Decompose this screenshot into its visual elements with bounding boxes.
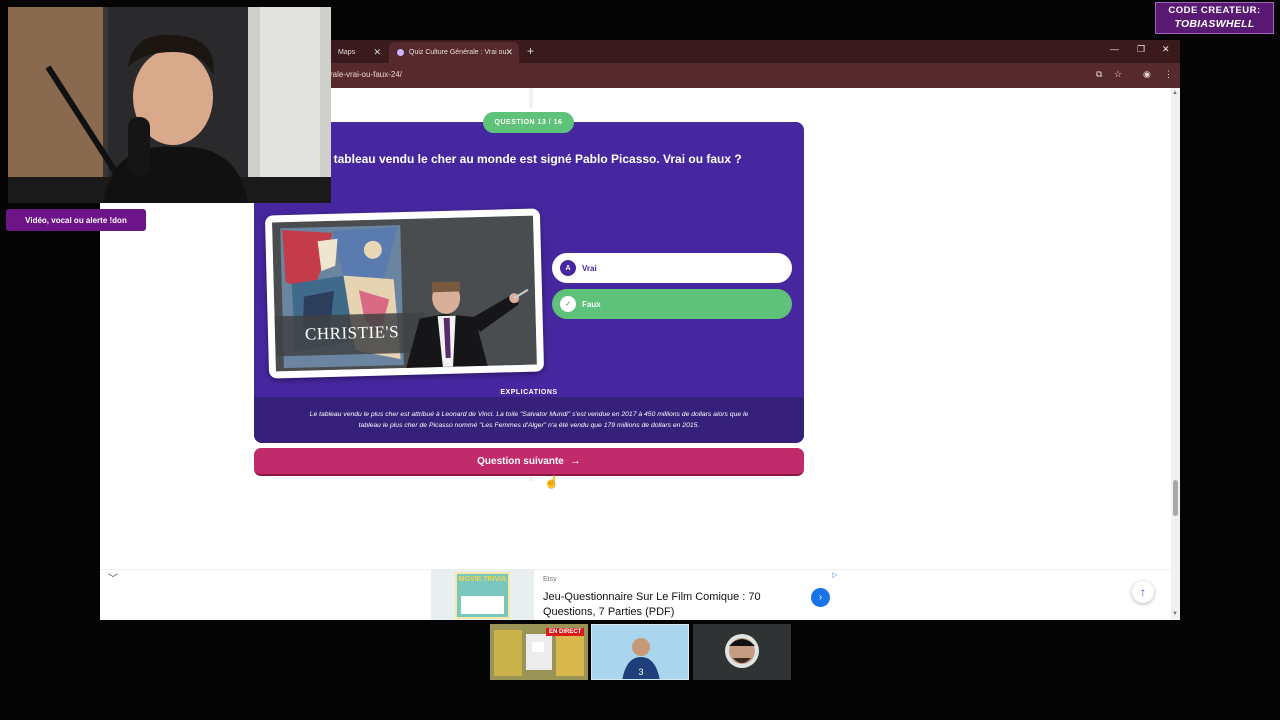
answer-option-b[interactable]: ✓ Faux [552, 289, 792, 319]
tab-maps[interactable]: Maps ✕ [330, 42, 387, 63]
menu-icon[interactable]: ⋮ [1164, 69, 1173, 80]
close-icon[interactable]: ✕ [373, 47, 381, 58]
answer-option-a[interactable]: A Vrai [552, 253, 792, 283]
tab-label: Quiz Culture Générale : Vrai ou [409, 49, 507, 56]
stream-thumbnail-3[interactable] [693, 624, 791, 680]
tab-label: Maps [338, 49, 356, 56]
ad-brand: Etsy [543, 576, 557, 583]
ad-thumbnail[interactable]: MOVIE TRIVIA [431, 570, 534, 620]
explanation-title: EXPLICATIONS [500, 389, 558, 396]
screen: Maps ✕ Quiz Culture Générale : Vrai ou ✕… [0, 0, 1280, 720]
creator-code-name: TOBIASWHELL [1174, 18, 1255, 30]
stream-thumbnail-2[interactable]: 3 [591, 624, 689, 680]
question-counter-badge: QUESTION 13 / 16 [483, 112, 574, 133]
scroll-up-icon[interactable]: ▲ [1172, 90, 1178, 96]
question-text: Le tableau vendu le cher au monde est si… [316, 152, 742, 166]
live-badge: EN DIRECT [546, 628, 585, 636]
chevron-down-icon[interactable]: ﹀ [108, 570, 118, 585]
quiz-card: Le tableau vendu le cher au monde est si… [254, 122, 804, 443]
close-icon[interactable]: ✕ [505, 47, 513, 58]
ad-thumb-text: MOVIE TRIVIA [458, 576, 507, 583]
url-field[interactable]: rale-vrai-ou-faux-24/ [330, 70, 402, 79]
ad-arrow-icon[interactable]: › [811, 588, 830, 607]
install-icon[interactable]: ⧉ [1096, 69, 1102, 80]
hand-cursor-icon: ☝ [544, 475, 559, 489]
star-icon[interactable]: ☆ [1114, 69, 1122, 80]
extension-icon[interactable]: ◉ [1143, 69, 1151, 80]
next-question-button[interactable]: Question suivante → [254, 448, 804, 476]
scroll-down-icon[interactable]: ▼ [1172, 611, 1178, 617]
alert-pill: Vidéo, vocal ou alerte !don [6, 209, 146, 231]
next-question-label: Question suivante [477, 455, 564, 467]
ad-choices-icon[interactable]: ▷ [832, 571, 837, 579]
answer-label: Faux [582, 299, 601, 309]
ad-banner[interactable]: ﹀ MOVIE TRIVIA Etsy Jeu-Questionnaire Su… [100, 569, 1171, 620]
plus-icon[interactable]: + [527, 44, 534, 58]
ad-poster-sheet [461, 596, 504, 614]
auction-photo: CHRISTIE'S [272, 215, 537, 372]
favicon-icon [397, 49, 404, 56]
answer-letter: A [560, 260, 576, 276]
question-image: CHRISTIE'S [264, 208, 545, 379]
arrow-up-icon[interactable]: ↑ [1132, 581, 1154, 603]
creator-code-badge: CODE CREATEUR: TOBIASWHELL [1155, 2, 1274, 34]
ad-title[interactable]: Jeu-Questionnaire Sur Le Film Comique : … [543, 590, 793, 620]
webcam-overlay [8, 7, 331, 203]
check-icon: ✓ [560, 296, 576, 312]
divider [529, 477, 533, 481]
tab-quiz[interactable]: Quiz Culture Générale : Vrai ou ✕ [389, 42, 519, 63]
svg-text:3: 3 [638, 667, 643, 677]
scroll-thumb[interactable] [1173, 480, 1178, 516]
minimize-icon[interactable]: — [1110, 44, 1119, 54]
arrow-right-icon: → [569, 455, 581, 467]
restore-icon[interactable]: ❐ [1137, 44, 1145, 55]
close-window-icon[interactable]: ✕ [1162, 44, 1170, 55]
scrollbar[interactable]: ▲ ▼ [1171, 88, 1180, 620]
image-caption: CHRISTIE'S [304, 322, 400, 344]
divider [529, 88, 533, 108]
answer-label: Vrai [582, 263, 597, 273]
explanation-text: Le tableau vendu le plus cher est attrib… [254, 397, 804, 443]
creator-code-label: CODE CREATEUR: [1168, 5, 1261, 16]
